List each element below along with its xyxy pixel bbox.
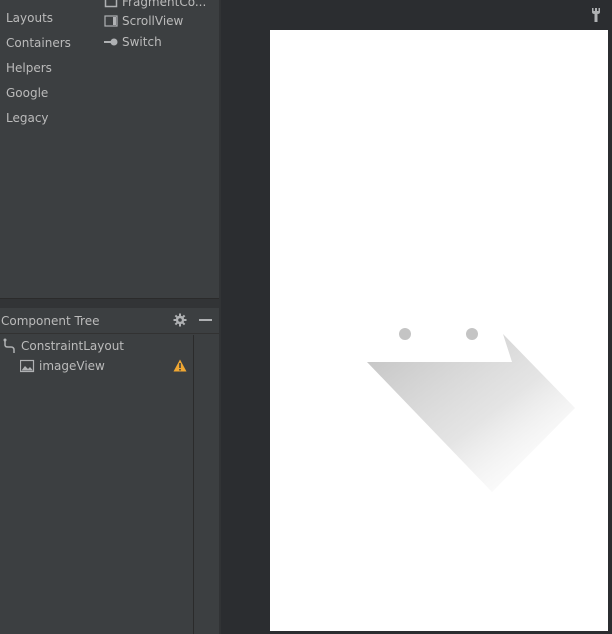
fragment-icon (104, 0, 118, 8)
minimize-icon[interactable] (199, 319, 212, 321)
image-icon (19, 359, 35, 373)
palette-item-label: FragmentCo... (122, 0, 207, 9)
component-tree-panel: Component Tree ConstraintLayout imageVie… (0, 308, 219, 634)
palette-panel: Layouts Containers Helpers Google Legacy… (0, 0, 219, 298)
palette-category-helpers[interactable]: Helpers (6, 61, 52, 75)
scrollview-icon (104, 15, 118, 27)
constraint-layout-icon (2, 338, 18, 354)
palette-category-google[interactable]: Google (6, 86, 48, 100)
switch-icon (104, 36, 118, 48)
device-canvas[interactable] (270, 30, 608, 631)
palette-item-fragment[interactable]: FragmentCo... (104, 0, 206, 10)
palette-item-label: ScrollView (122, 14, 184, 28)
warning-icon[interactable] (173, 359, 187, 372)
wrench-icon[interactable] (589, 7, 603, 23)
palette-item-label: Switch (122, 35, 162, 49)
tree-node-label: ConstraintLayout (21, 339, 125, 353)
panel-splitter[interactable] (0, 298, 219, 308)
palette-item-scrollview[interactable]: ScrollView (104, 13, 183, 29)
palette-category-layouts[interactable]: Layouts (6, 11, 53, 25)
tree-node-label: imageView (39, 359, 105, 373)
tree-node-constraintlayout[interactable]: ConstraintLayout (2, 337, 124, 355)
gear-icon[interactable] (173, 313, 187, 327)
palette-category-containers[interactable]: Containers (6, 36, 71, 50)
design-surface (221, 0, 612, 634)
palette-item-switch[interactable]: Switch (104, 34, 162, 50)
component-tree-title: Component Tree (1, 314, 100, 328)
palette-category-legacy[interactable]: Legacy (6, 111, 49, 125)
component-tree-header: Component Tree (0, 308, 219, 334)
tree-divider (193, 335, 194, 634)
tree-node-imageview[interactable]: imageView (19, 357, 105, 375)
android-placeholder-image[interactable] (270, 30, 608, 631)
